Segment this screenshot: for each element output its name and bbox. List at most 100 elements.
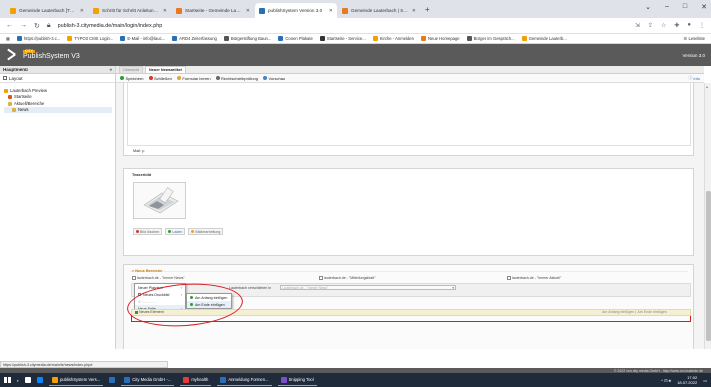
close-tab-icon[interactable]: ✕ <box>163 8 167 14</box>
checkbox-box[interactable] <box>132 276 136 280</box>
move-target-select[interactable]: Lauterbach.de - "Immer News" ▾ <box>280 285 456 290</box>
teaser-image-placeholder[interactable] <box>133 182 186 219</box>
browser-tab[interactable]: Startseite - Gemeinde Lauterbach✕ <box>172 3 254 18</box>
bookmark-item[interactable]: Bürgerstiftung Baun... <box>223 36 271 41</box>
bookmark-label: ARD4 Zeiterfassung <box>179 36 217 41</box>
taskbar-app[interactable]: myhealth <box>180 374 212 386</box>
sidebar: Hauptmenü « Layout Lauterbach Preview Sta… <box>0 66 116 349</box>
teaser-button[interactable]: Bild löschen <box>133 228 163 235</box>
clock-date: 18.07.2022 <box>677 380 698 385</box>
taskbar-app[interactable] <box>24 374 31 386</box>
search-icon[interactable]: ⌕ <box>17 378 19 383</box>
taskbar-app[interactable]: Snipping Tool <box>277 374 317 386</box>
bookmark-favicon-icon <box>420 36 426 41</box>
new-tab-button[interactable]: + <box>425 5 430 14</box>
url-field[interactable]: publish-3.citymedia.de/main/login/index.… <box>58 23 163 29</box>
maximize-button[interactable]: □ <box>683 3 687 11</box>
close-tab-icon[interactable]: ✕ <box>246 8 250 14</box>
bookmark-item[interactable]: Gemeinde Lauterb... <box>521 36 567 41</box>
taskbar-app[interactable] <box>109 374 116 386</box>
install-icon[interactable]: ⇲ <box>635 22 640 29</box>
checkbox-immer-aktuell[interactable]: lauterbach.de - "Immer Aktuell" <box>507 276 561 280</box>
sidebar-item-layout[interactable]: Layout <box>0 74 115 83</box>
notification-icon[interactable]: ▭ <box>703 378 707 383</box>
browser-tab[interactable]: Schritt für Schritt Anleitung - Sc ✕ <box>89 3 171 18</box>
taskbar-app[interactable]: publishSystem Vers... <box>48 374 104 386</box>
tab-overview[interactable]: Übersicht <box>119 66 144 73</box>
tray-icons[interactable]: ^ ⊡ 🔊︎ <box>661 378 671 383</box>
toolbar-button[interactable]: Formular leeren <box>176 76 211 81</box>
taskbar-app[interactable]: Anmeldung Formen... <box>217 374 272 386</box>
back-icon[interactable]: ← <box>6 22 13 29</box>
close-tab-icon[interactable]: ✕ <box>329 8 333 14</box>
forward-icon[interactable]: → <box>20 22 27 29</box>
text-editor-area[interactable] <box>127 83 691 146</box>
lock-icon[interactable]: 🔒︎ <box>47 22 51 30</box>
close-tab-icon[interactable]: ✕ <box>412 8 416 14</box>
teaser-button[interactable]: Laden <box>165 228 186 235</box>
browser-tab[interactable]: Gemeinde Lauterbach [TYPO3 C✕ <box>6 3 88 18</box>
checkbox-immer-news[interactable]: lauterbach.de - "Immer News" <box>132 276 185 280</box>
bookmark-favicon-icon <box>372 36 378 41</box>
tab-search-button[interactable]: ⌄ <box>645 3 651 11</box>
bookmark-favicon-icon <box>223 36 229 41</box>
sidebar-title: Hauptmenü <box>3 67 28 72</box>
bereiche-title-text: Neue Bereiche <box>135 268 163 273</box>
collapse-icon[interactable]: « <box>109 67 112 72</box>
close-tab-icon[interactable]: ✕ <box>80 8 84 14</box>
link-insert-start[interactable]: Am Anfang einfügen <box>602 310 634 314</box>
apps-icon[interactable]: ▦ <box>6 36 10 41</box>
bookmark-label: Conen Plakate <box>285 36 313 41</box>
checkbox-box[interactable] <box>507 276 511 280</box>
taskbar-app[interactable] <box>36 374 43 386</box>
share-icon[interactable]: ⇪ <box>648 22 653 29</box>
minimize-button[interactable]: – <box>665 3 669 11</box>
browser-tab[interactable]: Gemeinde Lauterbach | Startseit✕ <box>338 3 420 18</box>
link-insert-end[interactable]: Am Ende einfügen <box>637 310 667 314</box>
toolbar-button[interactable]: Schließen <box>148 76 172 81</box>
toolbar-button[interactable]: Rechtschreibprüfung <box>215 76 258 81</box>
info-button[interactable]: ⓘ Info <box>688 75 700 81</box>
bookmark-item[interactable]: Kirche - Anmelden <box>372 36 414 41</box>
bookmark-label: https://publish-3.c... <box>23 36 61 41</box>
toolbar-button[interactable]: Speichern <box>120 76 144 81</box>
checkbox-mitteilungsblatt[interactable]: lauterbach.de - "Mitteilungsblatt" <box>319 276 376 280</box>
reading-list-button[interactable]: ☰ Leseliste <box>684 36 705 41</box>
tab-title: publishSystem Version 3.0 <box>268 8 323 13</box>
image-placeholder-icon <box>143 187 179 214</box>
scrollbar-thumb[interactable] <box>706 191 711 341</box>
close-window-button[interactable]: ✕ <box>701 3 707 11</box>
toolbar-buttons: Speichern Schließen Formular leeren Rechtsc… <box>120 76 285 81</box>
menu-icon[interactable]: ⋮ <box>699 22 705 29</box>
reload-icon[interactable]: ↻ <box>34 22 40 30</box>
taskbar-app-label: myhealth <box>191 377 209 382</box>
bookmark-item[interactable]: Startseite - Service... <box>319 36 366 41</box>
taskbar-app[interactable]: City Media GmbH -... <box>121 374 175 386</box>
taskbar-apps: publishSystem Vers... City Media GmbH -..… <box>24 374 317 386</box>
bookmark-item[interactable]: Bürger im Gespräch... <box>466 36 515 41</box>
scroll-up-icon[interactable]: ▴ <box>706 84 708 89</box>
tree-node[interactable]: News <box>4 106 112 114</box>
toolbar-button[interactable]: Vorschau <box>262 76 285 81</box>
bookmark-favicon-icon <box>466 36 472 41</box>
tab-new-news-article[interactable]: Neuer Newsartikel <box>145 66 186 73</box>
bookmark-star-icon[interactable]: ☆ <box>661 22 666 29</box>
tab-favicon-icon <box>342 7 348 14</box>
extension-icon[interactable]: ✚ <box>674 22 679 29</box>
bookmark-item[interactable]: TYPO3 CMS Login... <box>67 36 113 41</box>
clock[interactable]: 17:02 18.07.2022 <box>677 375 697 385</box>
bookmark-item[interactable]: Neue Homepage <box>420 36 460 41</box>
bookmark-item[interactable]: Conen Plakate <box>278 36 313 41</box>
app-icon <box>36 377 43 383</box>
teaser-button[interactable]: Bildbearbeitung <box>188 228 224 235</box>
windows-start-icon[interactable] <box>4 376 11 384</box>
browser-tabs: Gemeinde Lauterbach [TYPO3 C✕Schritt für… <box>6 3 421 18</box>
bookmark-item[interactable]: ARD4 Zeiterfassung <box>172 36 217 41</box>
profile-avatar[interactable]: ● <box>687 22 691 29</box>
checkbox-box[interactable] <box>319 276 323 280</box>
browser-tab[interactable]: publishSystem Version 3.0 ✕ <box>255 3 337 18</box>
main-scrollbar[interactable]: ▴ <box>704 83 711 349</box>
bookmark-item[interactable]: E-Mail - info@lauc... <box>120 36 165 41</box>
bookmark-item[interactable]: https://publish-3.c... <box>16 36 61 41</box>
bookmark-label: Bürger im Gespräch... <box>473 36 515 41</box>
